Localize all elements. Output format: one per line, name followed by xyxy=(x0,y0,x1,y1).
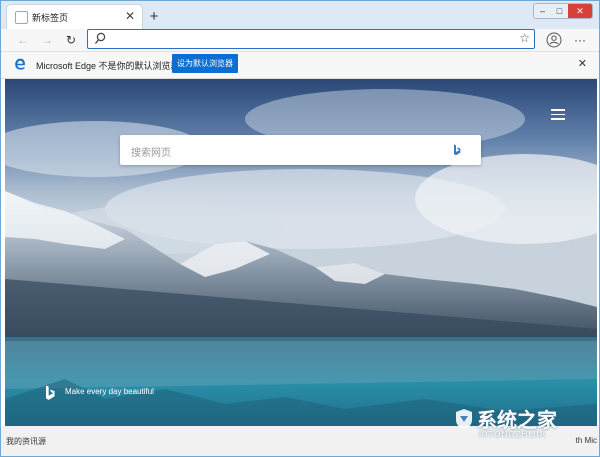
tab-strip: 新标签页 ✕ + – □ ✕ xyxy=(1,1,599,29)
bing-logo-icon[interactable] xyxy=(453,144,461,156)
forward-arrow-icon[interactable]: → xyxy=(39,32,55,48)
browser-window: 新标签页 ✕ + – □ ✕ ← → ↻ ☆ ··· Microsoft Edg… xyxy=(0,0,600,457)
refresh-icon[interactable]: ↻ xyxy=(63,32,79,48)
my-news-feed-link[interactable]: 我的资讯源 xyxy=(6,436,46,447)
search-icon xyxy=(94,32,106,44)
default-browser-bar: Microsoft Edge 不是你的默认浏览器 设为默认浏览器 ✕ xyxy=(1,51,599,79)
bottom-bar: 我的资讯源 系统之家 XITONGZHIJIA th Mic xyxy=(1,409,599,456)
minimize-icon[interactable]: – xyxy=(534,4,551,18)
watermark-logo-icon xyxy=(456,409,472,429)
bing-b-icon xyxy=(46,385,55,400)
window-close-icon[interactable]: ✕ xyxy=(568,4,592,18)
edge-logo-icon xyxy=(15,58,25,70)
back-arrow-icon[interactable]: ← xyxy=(15,32,31,48)
new-tab-plus-icon[interactable]: + xyxy=(146,9,162,25)
search-placeholder: 搜索网页 xyxy=(131,148,171,159)
tab-close-icon[interactable]: ✕ xyxy=(125,9,135,23)
watermark-subtitle: XITONGZHIJIA xyxy=(479,430,546,439)
new-tab-page: 搜索网页 Make every day beautiful xyxy=(5,79,597,426)
maximize-icon[interactable]: □ xyxy=(551,4,568,18)
default-browser-message: Microsoft Edge 不是你的默认浏览器 xyxy=(36,61,180,71)
address-bar[interactable]: ☆ xyxy=(87,29,535,49)
footer-right-text: th Mic xyxy=(575,436,597,445)
set-default-browser-button[interactable]: 设为默认浏览器 xyxy=(172,54,238,73)
nav-toolbar: ← → ↻ ☆ ··· xyxy=(1,29,599,51)
window-controls: – □ ✕ xyxy=(533,3,593,19)
tab-new[interactable]: 新标签页 ✕ xyxy=(7,5,142,29)
tab-page-icon xyxy=(15,11,28,24)
watermark: 系统之家 XITONGZHIJIA xyxy=(453,404,593,452)
more-options-icon[interactable]: ··· xyxy=(572,32,588,48)
web-search-box[interactable]: 搜索网页 xyxy=(120,135,481,165)
profile-icon[interactable] xyxy=(546,32,562,48)
watermark-title: 系统之家 xyxy=(477,410,557,432)
infobar-close-icon[interactable]: ✕ xyxy=(578,57,587,70)
page-settings-menu-icon[interactable] xyxy=(551,109,565,121)
tab-title: 新标签页 xyxy=(32,13,69,23)
favorite-star-icon[interactable]: ☆ xyxy=(519,31,530,45)
bing-tagline[interactable]: Make every day beautiful xyxy=(65,387,154,396)
background-image xyxy=(5,79,597,426)
